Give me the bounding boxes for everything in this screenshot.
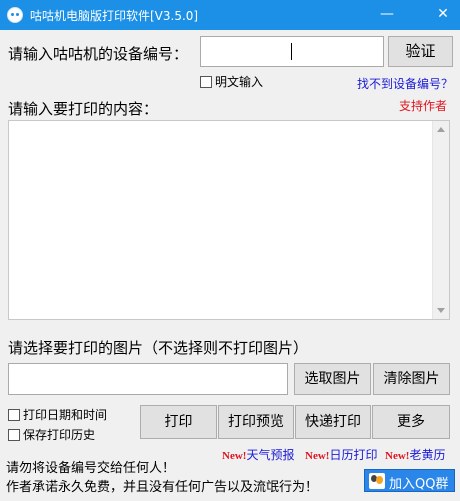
show-plain-checkbox[interactable] <box>200 76 212 88</box>
weather-link-label: 天气预报 <box>246 448 295 462</box>
quick-print-button[interactable]: 快递打印 <box>295 405 371 439</box>
show-plain-label: 明文输入 <box>215 75 264 89</box>
window-title: 咕咕机电脑版打印软件[V3.5.0] <box>30 9 199 23</box>
warning-text: 请勿将设备编号交给任何人！ <box>6 461 176 476</box>
calendar-link-label: 日历打印 <box>329 448 378 462</box>
new-badge: New! <box>305 450 330 462</box>
content-scrollbar[interactable] <box>432 121 449 319</box>
almanac-link[interactable]: New!老黄历 <box>385 446 445 463</box>
save-history-label: 保存打印历史 <box>23 428 96 442</box>
print-datetime-option[interactable]: 打印日期和时间 <box>8 406 107 423</box>
new-badge: New! <box>222 450 247 462</box>
join-qq-group-label: 加入QQ群 <box>389 477 449 492</box>
print-datetime-checkbox[interactable] <box>8 409 20 421</box>
app-icon <box>7 7 23 23</box>
clear-image-button[interactable]: 清除图片 <box>373 363 450 395</box>
new-badge: New! <box>385 450 410 462</box>
save-history-option[interactable]: 保存打印历史 <box>8 426 95 443</box>
minimize-button[interactable]: — <box>370 0 404 30</box>
print-datetime-label: 打印日期和时间 <box>23 408 108 422</box>
scroll-up-icon[interactable] <box>437 127 445 132</box>
device-number-label: 请输入咕咕机的设备编号： <box>8 45 189 63</box>
save-history-checkbox[interactable] <box>8 429 20 441</box>
qq-group-icon <box>369 473 385 489</box>
device-number-input[interactable] <box>200 36 384 67</box>
verify-button[interactable]: 验证 <box>388 36 453 67</box>
scroll-down-icon[interactable] <box>437 308 445 313</box>
more-button[interactable]: 更多 <box>372 405 450 439</box>
support-author-link[interactable]: 支持作者 <box>399 97 447 114</box>
close-button[interactable]: ✕ <box>426 0 460 30</box>
show-plain-option[interactable]: 明文输入 <box>200 73 263 90</box>
text-caret <box>291 43 292 60</box>
weather-link[interactable]: New!天气预报 <box>222 446 294 463</box>
join-qq-group-button[interactable]: 加入QQ群 <box>364 469 455 492</box>
image-label: 请选择要打印的图片（不选择则不打印图片） <box>8 339 309 357</box>
almanac-link-label: 老黄历 <box>409 448 446 462</box>
print-preview-button[interactable]: 打印预览 <box>218 405 294 439</box>
print-button[interactable]: 打印 <box>140 405 217 439</box>
title-bar[interactable]: 咕咕机电脑版打印软件[V3.5.0] — ✕ <box>0 0 460 30</box>
cant-find-device-link[interactable]: 找不到设备编号？ <box>357 75 453 92</box>
promise-text: 作者承诺永久免费，并且没有任何广告以及流氓行为！ <box>6 480 319 495</box>
content-label: 请输入要打印的内容： <box>8 100 159 118</box>
calendar-link[interactable]: New!日历打印 <box>305 446 377 463</box>
image-path-input[interactable] <box>8 363 288 395</box>
choose-image-button[interactable]: 选取图片 <box>294 363 371 395</box>
content-textarea[interactable] <box>8 120 450 320</box>
